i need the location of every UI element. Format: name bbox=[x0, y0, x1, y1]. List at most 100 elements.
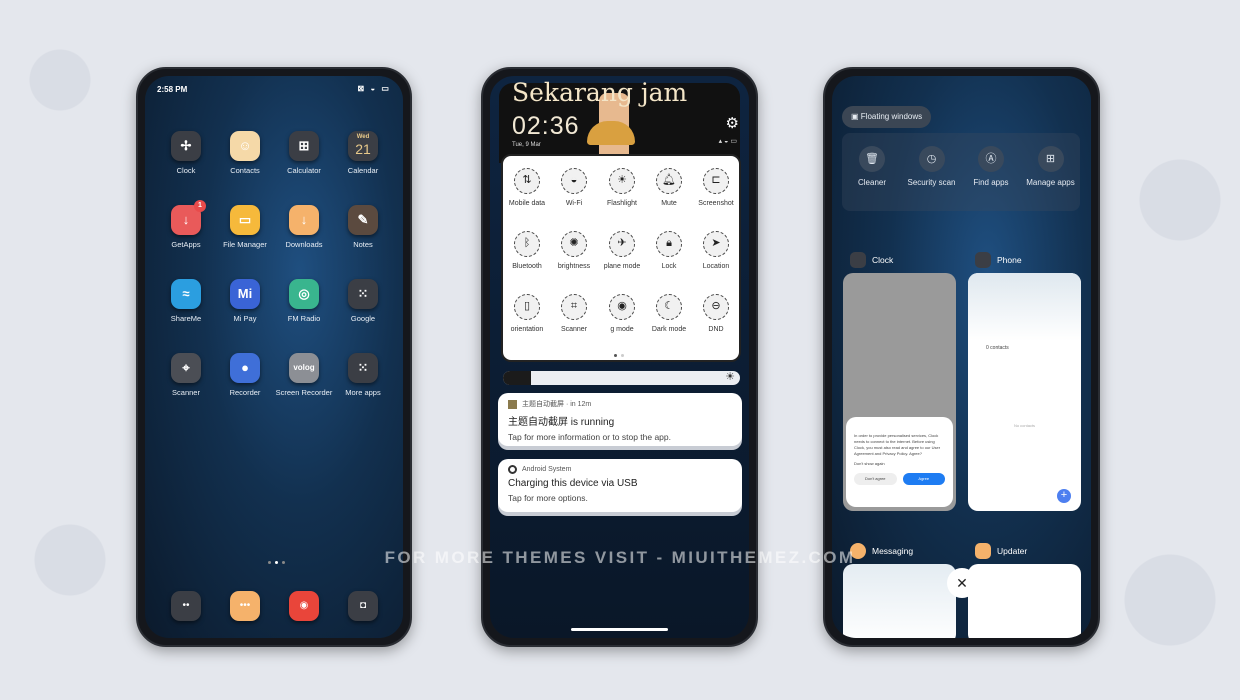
tile-label: plane mode bbox=[603, 263, 641, 270]
tile-location[interactable]: ➤ Location bbox=[692, 231, 740, 270]
tool-cleaner[interactable]: 🗑︎ Cleaner bbox=[847, 146, 897, 188]
tile-mute[interactable]: 🔔︎ Mute bbox=[645, 168, 693, 207]
app-label: Notes bbox=[353, 240, 373, 249]
tile-wi-fi[interactable]: ◒ Wi-Fi bbox=[550, 168, 598, 207]
app-file-manager[interactable]: ▭ File Manager bbox=[216, 205, 274, 249]
tile-label: Location bbox=[702, 263, 730, 270]
app-label: Contacts bbox=[230, 166, 260, 175]
app-label: Mi Pay bbox=[233, 314, 257, 323]
recent-card-updater[interactable] bbox=[968, 564, 1081, 638]
tile-screenshot[interactable]: ⊏ Screenshot bbox=[692, 168, 740, 207]
more-apps-folder-icon: ⁙ bbox=[348, 353, 378, 383]
app-screen-recorder[interactable]: volog Screen Recorder bbox=[275, 353, 333, 397]
tile-label: Screenshot bbox=[698, 200, 734, 207]
app-getapps[interactable]: ↓ 1 GetApps bbox=[157, 200, 215, 249]
clock-app-icon bbox=[850, 252, 866, 268]
google-folder-icon: ⁙ bbox=[348, 279, 378, 309]
app-calculator[interactable]: ⊞ Calculator bbox=[275, 131, 333, 175]
app-label: Screen Recorder bbox=[275, 388, 333, 397]
brightness-sun-icon: ☀ bbox=[725, 371, 735, 383]
fm-radio-icon: ◎ bbox=[289, 279, 319, 309]
android-system-icon bbox=[508, 465, 517, 474]
tile-dark-mode[interactable]: ☾ Dark mode bbox=[645, 294, 693, 333]
floating-windows-button[interactable]: ▣ Floating windows bbox=[842, 106, 932, 128]
app-notes[interactable]: ✎ Notes bbox=[334, 205, 392, 249]
tool-security-scan[interactable]: ◷ Security scan bbox=[907, 146, 957, 188]
consent-dialog: In order to provide personalised service… bbox=[846, 417, 953, 507]
quick-settings-panel: ⇅ Mobile data ◒ Wi-Fi ☀ Flashlight 🔔︎ Mute ⊏ Scre… bbox=[501, 154, 741, 362]
phone-icon[interactable]: •• bbox=[171, 591, 201, 621]
recent-card-messaging[interactable] bbox=[843, 564, 956, 638]
app-label: More apps bbox=[345, 388, 381, 397]
add-contact-button[interactable]: + bbox=[1057, 489, 1071, 503]
tile-plane-mode[interactable]: ✈ plane mode bbox=[598, 231, 646, 270]
tools-panel: 🗑︎ Cleaner ◷ Security scan Ⓐ Find apps ⊞ Manage… bbox=[842, 133, 1080, 211]
shareme-icon: ≈ bbox=[171, 279, 201, 309]
contacts-icon: ☺ bbox=[230, 131, 260, 161]
app-label: Downloads bbox=[285, 240, 323, 249]
app-recorder[interactable]: ● Recorder bbox=[216, 353, 274, 397]
notification-usb-charging[interactable]: Android System Charging this device via … bbox=[498, 459, 742, 512]
status-icons: ⊠ ◒ ▭ bbox=[357, 84, 391, 93]
app-shareme[interactable]: ≈ ShareMe bbox=[157, 279, 215, 323]
messaging-icon[interactable]: ••• bbox=[230, 591, 260, 621]
label: Clock bbox=[872, 255, 894, 265]
notification-app: Android System bbox=[522, 466, 572, 473]
app-fm-radio[interactable]: ◎ FM Radio bbox=[275, 279, 333, 323]
scanner-icon: ⌖ bbox=[171, 353, 201, 383]
orientation-icon: ▯ bbox=[514, 294, 540, 320]
eye-icon: ◉ bbox=[609, 294, 635, 320]
getapps-icon: ↓ 1 bbox=[171, 200, 206, 235]
bluetooth-icon: ᛒ bbox=[514, 231, 540, 257]
settings-gear-icon[interactable]: ⚙ bbox=[726, 114, 739, 132]
app-google[interactable]: ⁙ Google bbox=[334, 279, 392, 323]
floating-windows-label: Floating windows bbox=[860, 112, 923, 121]
app-contacts[interactable]: ☺ Contacts bbox=[216, 131, 274, 175]
manage-apps-icon: ⊞ bbox=[1037, 146, 1064, 172]
app-label: Calculator bbox=[287, 166, 321, 175]
tile-brightness[interactable]: ✺ brightness bbox=[550, 231, 598, 270]
dont-show-again-checkbox[interactable]: Don't show again bbox=[854, 461, 945, 467]
app-more-apps[interactable]: ⁙ More apps bbox=[334, 353, 392, 397]
greeting-text: Sekarang jam bbox=[512, 78, 688, 107]
tile-mobile-data[interactable]: ⇅ Mobile data bbox=[503, 168, 551, 207]
label: Phone bbox=[997, 255, 1022, 265]
tool-manage-apps[interactable]: ⊞ Manage apps bbox=[1026, 146, 1076, 188]
dnd-icon: ⊖ bbox=[703, 294, 729, 320]
recent-card-clock[interactable]: In order to provide personalised service… bbox=[843, 273, 956, 511]
app-label: Scanner bbox=[172, 388, 200, 397]
qs-page-indicator bbox=[614, 354, 624, 357]
clear-all-close-button[interactable]: ✕ bbox=[947, 568, 977, 598]
agree-button[interactable]: Agree bbox=[902, 473, 945, 485]
notification-theme-screenshot[interactable]: 主题自动截屏 · in 12m 主题自动截屏 is running Tap fo… bbox=[498, 393, 742, 446]
home-indicator-bar[interactable] bbox=[571, 628, 668, 631]
tool-find-apps[interactable]: Ⓐ Find apps bbox=[966, 146, 1016, 188]
app-scanner[interactable]: ⌖ Scanner bbox=[157, 353, 215, 397]
tile-bluetooth[interactable]: ᛒ Bluetooth bbox=[503, 231, 551, 270]
notification-app: 主题自动截屏 · in 12m bbox=[522, 401, 592, 408]
app-calendar[interactable]: Wed 21 Calendar bbox=[334, 131, 392, 175]
tile-flashlight[interactable]: ☀ Flashlight bbox=[598, 168, 646, 207]
tile-g-mode[interactable]: ◉ g mode bbox=[598, 294, 646, 333]
recent-card-phone[interactable]: 0 contacts No contacts + bbox=[968, 273, 1081, 511]
chrome-icon[interactable]: ◉ bbox=[289, 591, 319, 621]
tile-lock[interactable]: 🔒︎ Lock bbox=[645, 231, 693, 270]
brightness-fill bbox=[503, 371, 532, 385]
card-label-clock: Clock bbox=[850, 252, 893, 268]
trash-icon: 🗑︎ bbox=[859, 146, 885, 172]
tile-dnd[interactable]: ⊖ DND bbox=[692, 294, 740, 333]
card-label-phone: Phone bbox=[975, 252, 1022, 268]
brightness-icon: ✺ bbox=[561, 231, 587, 257]
camera-icon[interactable]: ◘ bbox=[348, 591, 378, 621]
dont-agree-button[interactable]: Don't agree bbox=[854, 473, 897, 485]
brightness-slider[interactable]: ☀ bbox=[503, 371, 740, 385]
tile-scanner[interactable]: ⌗ Scanner bbox=[550, 294, 598, 333]
app-clock[interactable]: ✢ Clock bbox=[157, 131, 215, 175]
tile-orientation[interactable]: ▯ orientation bbox=[503, 294, 551, 333]
app-mi-pay[interactable]: Mi Mi Pay bbox=[216, 279, 274, 323]
tile-label: Flashlight bbox=[607, 200, 637, 207]
app-downloads[interactable]: ↓ Downloads bbox=[275, 205, 333, 249]
tile-label: orientation bbox=[510, 326, 544, 333]
location-icon: ➤ bbox=[703, 231, 729, 257]
file-manager-icon: ▭ bbox=[230, 205, 260, 235]
